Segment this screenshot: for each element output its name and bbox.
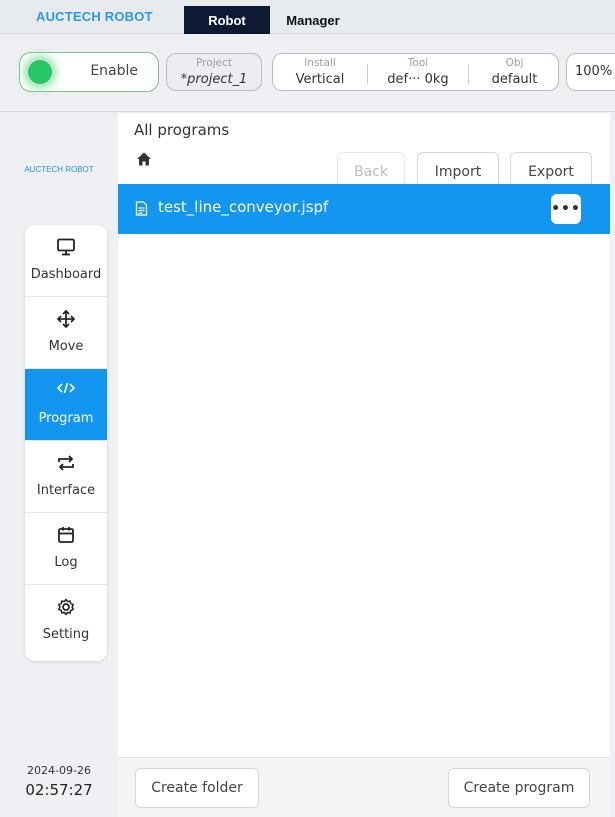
sidebar-item-label: Log (54, 555, 78, 570)
create-folder-button[interactable]: Create folder (135, 768, 259, 808)
move-arrows-icon (25, 309, 107, 329)
sidebar-item-label: Setting (42, 627, 90, 642)
tool-caption: Tool (407, 57, 429, 69)
tab-robot[interactable]: Robot (184, 6, 270, 34)
create-program-button[interactable]: Create program (448, 768, 590, 808)
sidebar-item-label: Interface (36, 483, 96, 498)
project-value: *project_1 (180, 72, 248, 87)
current-date: 2024-09-26 (27, 764, 91, 777)
obj-value: default (491, 72, 538, 87)
more-options-button[interactable]: ••• (551, 194, 581, 224)
enable-label: Enable (90, 63, 138, 79)
tool-value: def··· 0kg (387, 72, 449, 87)
sidebar-item-move[interactable]: Move (25, 297, 107, 369)
sidebar: AUCTECH ROBOT Dashboard Move Program Int… (0, 113, 118, 817)
program-browser: All programs Back Import Export test_lin… (118, 113, 610, 817)
scroll-gutter (610, 113, 615, 817)
monitor-icon (25, 237, 107, 257)
project-caption: Project (196, 57, 232, 69)
obj-segment[interactable]: Obj default (469, 54, 560, 90)
current-time: 02:57:27 (25, 781, 93, 799)
speed-selector[interactable]: 100% (566, 53, 615, 91)
sidebar-item-label: Dashboard (30, 267, 102, 282)
install-caption: Install (304, 57, 336, 69)
obj-caption: Obj (505, 57, 524, 69)
calendar-icon (25, 525, 107, 545)
file-icon (135, 201, 148, 220)
sidebar-item-label: Program (38, 411, 94, 426)
install-value: Vertical (295, 72, 345, 87)
gear-icon (25, 597, 107, 617)
home-icon[interactable] (136, 151, 152, 171)
tool-segment[interactable]: Tool def··· 0kg (368, 54, 468, 90)
footer-toolbar: Create folder Create program (118, 757, 610, 817)
sidebar-item-interface[interactable]: Interface (25, 441, 107, 513)
speed-value: 100% (575, 64, 613, 79)
status-bar: Enable Project *project_1 Install Vertic… (0, 34, 615, 112)
enable-button[interactable]: Enable (19, 52, 159, 92)
file-name: test_line_conveyor.jspf (158, 198, 329, 216)
install-segment[interactable]: Install Vertical (273, 54, 367, 90)
sidebar-item-label: Move (48, 339, 84, 354)
sidebar-item-program[interactable]: Program (25, 369, 107, 441)
sidebar-item-setting[interactable]: Setting (25, 585, 107, 657)
tab-manager[interactable]: Manager (270, 6, 356, 34)
list-item[interactable]: test_line_conveyor.jspf ••• (118, 184, 610, 234)
robot-app: AUCTECH ROBOT Robot Manager Enable Proje… (0, 0, 615, 817)
enable-status-indicator-icon (28, 60, 52, 84)
top-tab-bar: AUCTECH ROBOT Robot Manager (0, 0, 615, 34)
brand-logo: AUCTECH ROBOT (36, 9, 153, 24)
project-selector[interactable]: Project *project_1 (166, 53, 262, 91)
sidebar-item-log[interactable]: Log (25, 513, 107, 585)
sidebar-item-dashboard[interactable]: Dashboard (25, 225, 107, 297)
sidebar-brand: AUCTECH ROBOT (24, 165, 94, 174)
swap-arrows-icon (25, 453, 107, 473)
sidebar-nav: Dashboard Move Program Interface Log Set… (25, 225, 107, 661)
install-tool-obj-panel[interactable]: Install Vertical Tool def··· 0kg Obj def… (272, 53, 559, 91)
page-title: All programs (134, 121, 230, 139)
code-icon (25, 381, 107, 395)
